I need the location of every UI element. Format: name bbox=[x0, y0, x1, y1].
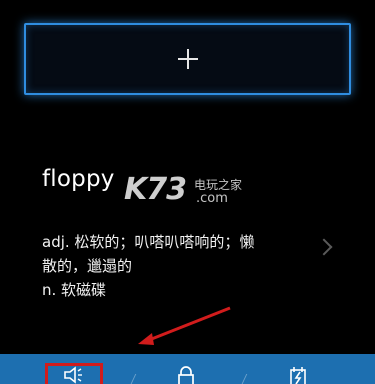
review-button[interactable] bbox=[287, 366, 309, 384]
calendar-check-icon bbox=[290, 367, 306, 384]
definition-line: adj. 松软的；叭嗒叭嗒响的；懒 bbox=[42, 233, 255, 251]
definition-line: 散的，邋遢的 bbox=[42, 257, 133, 275]
chevron-right-icon[interactable] bbox=[315, 238, 333, 256]
annotation-arrow-icon bbox=[138, 306, 231, 345]
watermark-brand: K73 bbox=[124, 172, 187, 207]
separator bbox=[239, 374, 256, 384]
lock-button[interactable] bbox=[175, 366, 197, 384]
word-title[interactable]: floppy bbox=[42, 166, 115, 192]
definition-line: n. 软磁碟 bbox=[42, 281, 107, 299]
k73-watermark-logo: K73 电玩之家 .com bbox=[124, 172, 256, 212]
annotation-highlight-box bbox=[45, 363, 103, 384]
add-word-button[interactable] bbox=[24, 23, 351, 95]
app-screen: floppy K73 电玩之家 .com adj. 松软的；叭嗒叭嗒响的；懒 散… bbox=[0, 0, 375, 384]
watermark-domain: .com bbox=[196, 191, 228, 206]
lock-icon bbox=[178, 366, 194, 384]
plus-icon bbox=[177, 49, 198, 69]
word-definition[interactable]: adj. 松软的；叭嗒叭嗒响的；懒 散的，邋遢的 n. 软磁碟 bbox=[42, 230, 312, 302]
separator bbox=[128, 374, 145, 384]
